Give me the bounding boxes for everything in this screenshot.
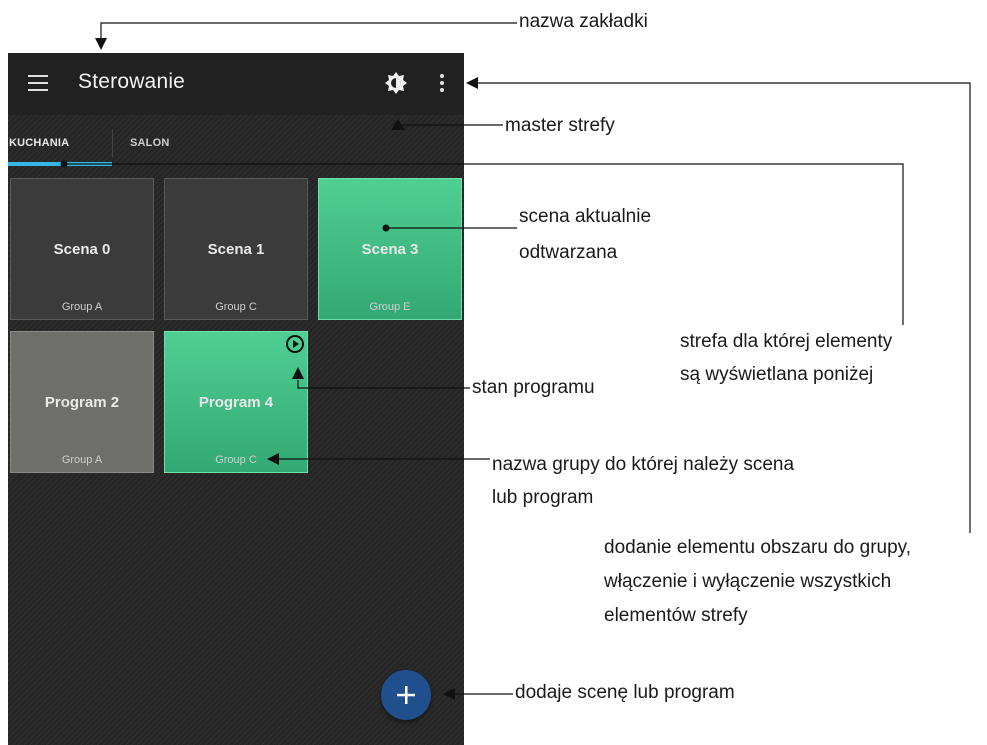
tile-group: Group A [61,454,103,466]
annotation-group-line2: lub program [492,487,594,508]
tile-name: Scena 3 [361,241,419,258]
brightness-icon[interactable] [385,72,407,99]
annotation-menu-line3: elementów strefy [604,605,748,626]
annotation-zone-line1: strefa dla której elementy [680,331,893,352]
tile-name: Scena 0 [53,241,111,258]
app-title: Sterowanie [78,70,186,93]
tile-name: Program 2 [44,394,120,411]
scene-tile-scena-3[interactable]: Scena 3 Group E [318,178,462,320]
annotation-fab: dodaje scenę lub program [515,682,735,703]
phone-screen: Sterowanie KUCHANIA SALON Scena 0 Group … [8,53,464,745]
annotation-menu-line2: włączenie i wyłączenie wszystkich [604,571,892,592]
annotation-tab-name: nazwa zakładki [519,11,648,32]
tile-group: Group A [61,301,103,313]
hamburger-menu-icon[interactable] [28,75,48,91]
annotation-group-line1: nazwa grupy do której należy scena [492,454,795,475]
tile-group: Group E [369,301,411,313]
program-tile-program-2[interactable]: Program 2 Group A [10,331,154,473]
play-circle-icon[interactable] [285,334,305,359]
annotation-master: master strefy [505,115,615,136]
tile-group: Group C [215,454,257,466]
tab-salon[interactable]: SALON [130,137,170,149]
scene-tile-scena-1[interactable]: Scena 1 Group C [164,178,308,320]
annotation-scene-line2: odtwarzana [519,242,618,263]
plus-icon [397,686,415,704]
annotation-menu-line1: dodanie elementu obszaru do grupy, [604,537,912,558]
annotation-program-state: stan programu [472,377,595,398]
scene-tile-scena-0[interactable]: Scena 0 Group A [10,178,154,320]
app-bar: Sterowanie [8,53,464,115]
tab-kuchania[interactable]: KUCHANIA [9,137,69,149]
tile-name: Program 4 [198,394,274,411]
tile-group: Group C [215,301,257,313]
tab-selected-indicator [8,162,112,166]
annotation-zone-line2: są wyświetlana poniżej [680,364,874,385]
zone-tab-bar: KUCHANIA SALON [8,115,464,166]
program-tile-program-4[interactable]: Program 4 Group C [164,331,308,473]
annotation-scene-line1: scena aktualnie [519,206,652,227]
tab-divider [112,129,113,157]
tile-name: Scena 1 [207,241,265,258]
more-vert-icon[interactable] [439,74,445,92]
add-scene-fab[interactable] [381,670,431,720]
